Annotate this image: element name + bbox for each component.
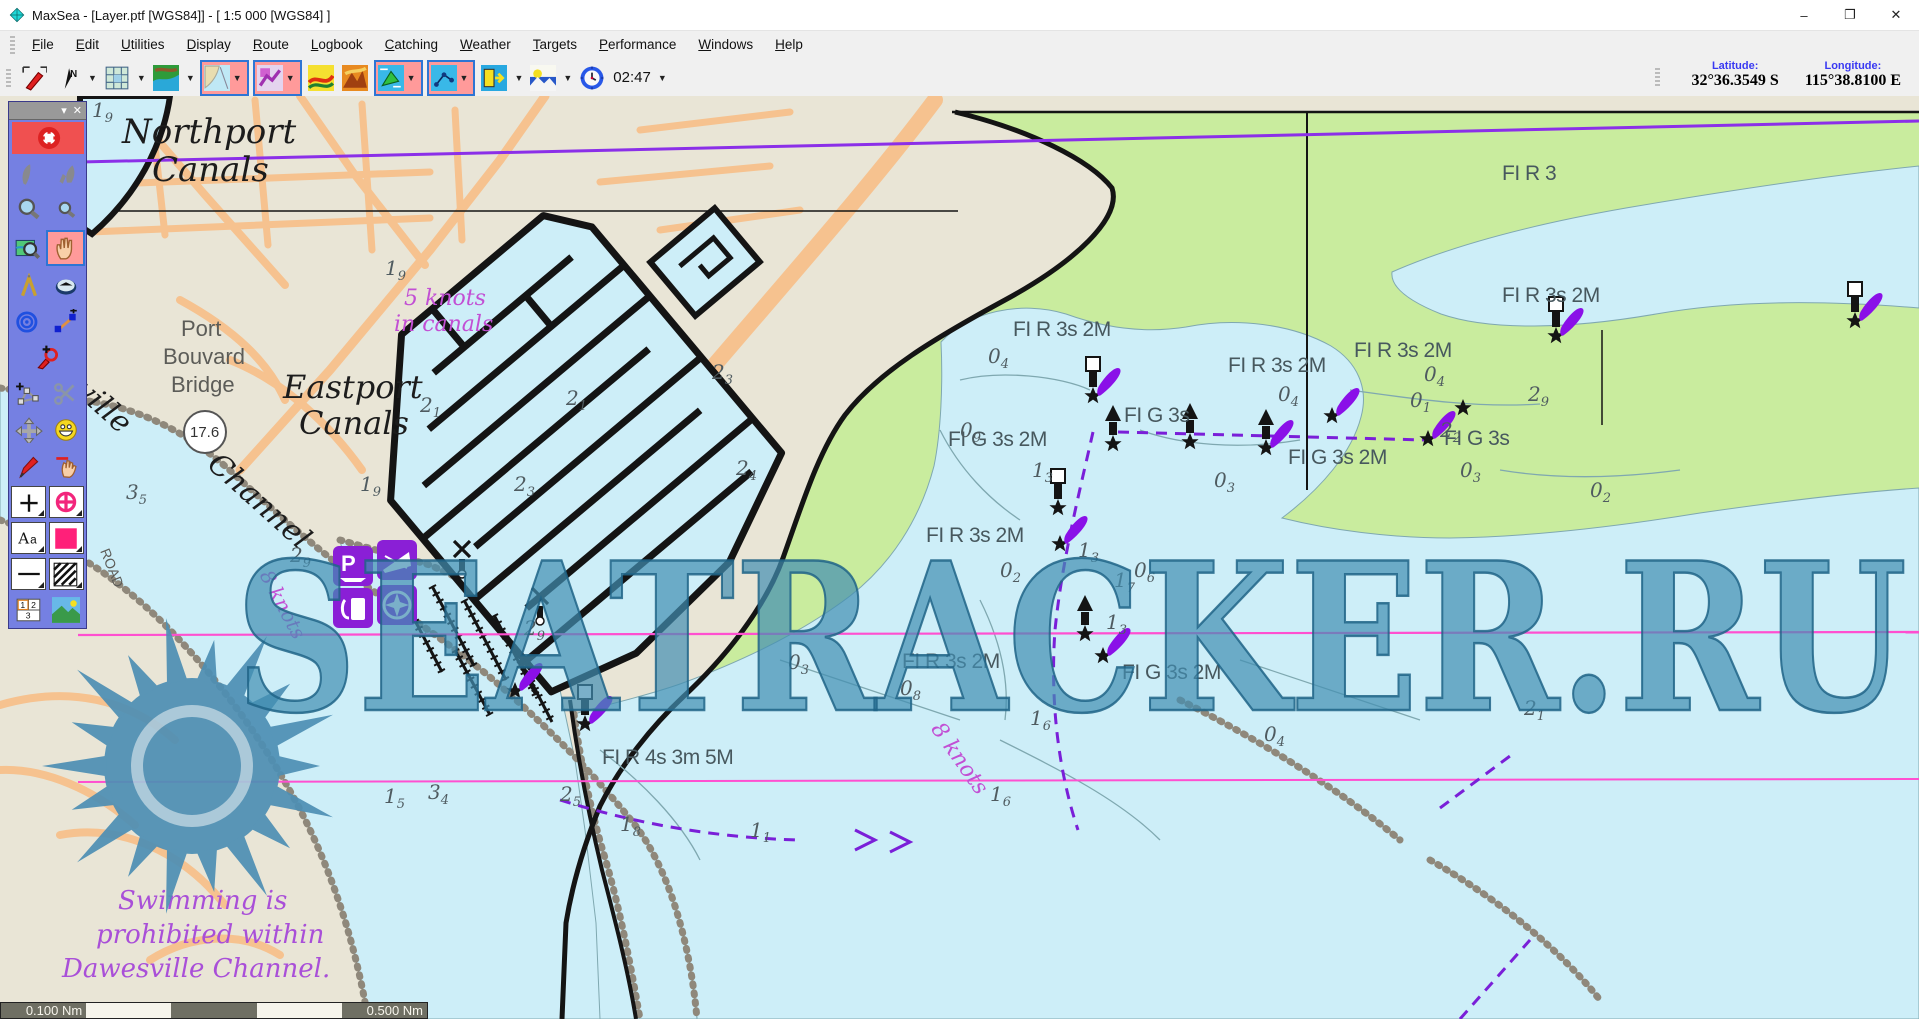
menu-item-targets[interactable]: Targets [522,33,588,56]
menu-item-logbook[interactable]: Logbook [300,33,374,56]
toolbar-button-clock[interactable] [577,61,607,95]
chart-canvas[interactable]: P NorthportCanalsEastportCanals5 knotsin… [0,96,1919,1019]
window-title: MaxSea - [Layer.ptf [WGS84]] - [ 1:5 000… [32,8,330,23]
scale-left-label: 0.100 Nm [26,1003,82,1018]
palette-tool-polyadd[interactable] [11,378,46,410]
palette-tool-compass[interactable] [49,270,84,302]
svg-text:P: P [341,551,356,576]
palette-tool-layout123[interactable]: 123 [11,594,46,626]
palette-tool-zoomout[interactable] [49,194,84,226]
longitude-value: 115°38.8100 E [1805,72,1901,90]
menu-item-catching[interactable]: Catching [374,33,449,56]
maximize-button[interactable]: ❐ [1827,0,1873,30]
time-display[interactable]: 02:47 [613,69,651,86]
menu-item-performance[interactable]: Performance [588,33,687,56]
tool-palette: ▾ ✕ Aa 123 [8,101,87,629]
palette-tool-gray2[interactable] [49,158,84,190]
minimize-button[interactable]: – [1781,0,1827,30]
app-icon [8,6,26,24]
svg-text:1: 1 [20,600,25,610]
palette-tool-zoommap[interactable] [10,232,45,264]
palette-tool-hatch[interactable] [49,558,84,590]
palette-tool-smiley[interactable] [49,414,84,446]
palette-tool-dividers[interactable] [11,270,46,302]
title-bar: MaxSea - [Layer.ptf [WGS84]] - [ 1:5 000… [0,0,1919,31]
menu-item-windows[interactable]: Windows [687,33,764,56]
toolbar-button-terrain[interactable] [340,61,370,95]
palette-tool-bgimage[interactable] [49,594,84,626]
svg-text:A: A [17,529,30,547]
menu-item-help[interactable]: Help [764,33,814,56]
palette-tool-bearing[interactable] [11,306,46,338]
palette-tool-movecross[interactable] [11,414,46,446]
svg-text:2: 2 [31,600,36,610]
toolbar-button-grid[interactable] [102,61,132,95]
palette-title-bar: ▾ ✕ [9,102,86,120]
palette-tool-targetpink[interactable] [49,486,84,518]
menu-grip [10,36,15,54]
toolbar-dropdown-north[interactable]: ▼ [88,73,97,83]
close-button[interactable]: ✕ [1873,0,1919,30]
toolbar-button-plot[interactable] [19,61,49,95]
palette-tool-hand[interactable] [46,230,85,266]
palette-tool-route[interactable] [49,306,84,338]
menu-item-weather[interactable]: Weather [449,33,522,56]
palette-tool-zoomin[interactable] [11,194,46,226]
scale-right-label: 0.500 Nm [367,1003,423,1018]
menu-bar: FileEditUtilitiesDisplayRouteLogbookCatc… [0,31,1919,58]
coordinate-readout: Latitude: 32°36.3549 S Longitude: 115°38… [1649,60,1901,90]
latitude-value: 32°36.3549 S [1692,72,1779,90]
svg-text:N: N [70,68,77,79]
toolbar: N▼▼▼▼▼▼▼▼▼ 02:47 ▼ Latitude: 32°36.3549 … [0,58,1919,98]
nautical-chart: P [0,96,1919,1019]
time-dropdown-icon[interactable]: ▼ [658,73,667,83]
palette-tool-mob[interactable] [12,122,84,154]
palette-tool-linestyle[interactable] [11,558,46,590]
palette-close-icon[interactable]: ✕ [73,104,82,117]
toolbar-button-transfer[interactable] [479,61,509,95]
palette-tool-swatch[interactable] [49,522,84,554]
toolbar-dropdown-grid[interactable]: ▼ [137,73,146,83]
toolbar-button-chart1[interactable]: ▼ [200,60,249,96]
scale-bar: 0.100 Nm 0.500 Nm [0,1002,428,1019]
palette-tool-markzoom[interactable] [30,342,65,374]
toolbar-button-nav1[interactable]: ▼ [374,60,423,96]
menu-item-utilities[interactable]: Utilities [110,33,176,56]
palette-tool-textaa[interactable]: Aa [11,522,46,554]
menu-item-display[interactable]: Display [176,33,242,56]
menu-item-route[interactable]: Route [242,33,300,56]
toolbar-button-contour[interactable] [306,61,336,95]
toolbar-button-map2d[interactable] [151,61,181,95]
toolbar-grip [6,69,11,87]
toolbar-dropdown-daynight[interactable]: ▼ [563,73,572,83]
palette-tool-touchhand[interactable] [49,450,84,482]
toolbar-button-daynight[interactable] [528,61,558,95]
toolbar-dropdown-transfer[interactable]: ▼ [514,73,523,83]
longitude-label: Longitude: [1805,60,1901,72]
toolbar-button-north[interactable]: N [53,61,83,95]
palette-tool-gray1[interactable] [11,158,46,190]
menu-item-edit[interactable]: Edit [65,33,110,56]
latitude-label: Latitude: [1692,60,1779,72]
palette-tool-cursorplus[interactable] [11,486,46,518]
svg-text:3: 3 [26,611,31,621]
palette-tool-pencil[interactable] [11,450,46,482]
toolbar-button-chart2[interactable]: ▼ [253,60,302,96]
svg-text:a: a [30,532,37,546]
menu-item-file[interactable]: File [21,33,65,56]
palette-tool-scissors[interactable] [49,378,84,410]
palette-dropdown-icon[interactable]: ▾ [61,104,67,117]
toolbar-dropdown-map2d[interactable]: ▼ [186,73,195,83]
bridge-clearance-symbol [184,411,226,453]
toolbar-button-nav2[interactable]: ▼ [427,60,476,96]
coords-grip [1655,68,1660,86]
